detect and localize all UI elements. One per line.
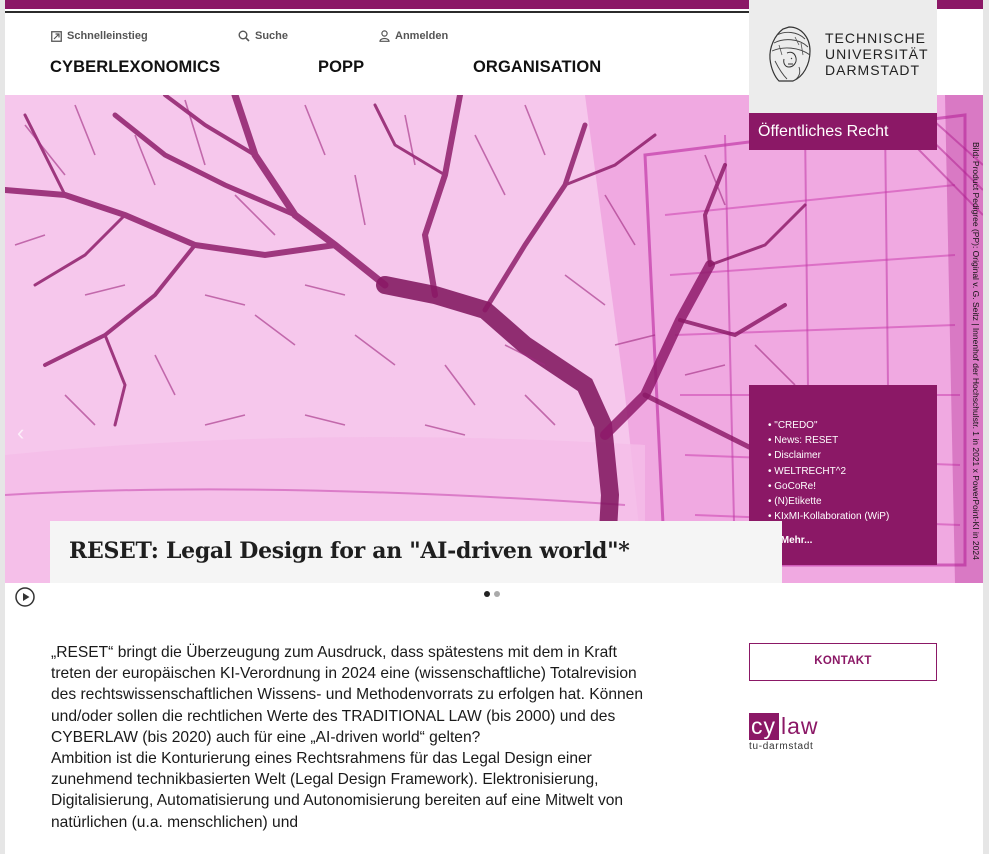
quicknav-label: Anmelden xyxy=(395,30,449,42)
header-rule xyxy=(5,11,750,13)
intro-paragraph-1: „RESET“ bringt die Überzeugung zum Ausdr… xyxy=(51,644,644,746)
quicklink-weltrecht[interactable]: WELTRECHT^2 xyxy=(768,464,937,479)
intro-text: „RESET“ bringt die Überzeugung zum Ausdr… xyxy=(51,642,651,833)
slide-dot-2[interactable] xyxy=(494,591,500,597)
user-icon xyxy=(379,30,390,42)
athene-seal-icon xyxy=(769,26,811,82)
contact-button[interactable]: KONTAKT xyxy=(749,643,937,681)
nav-cyberlexonomics[interactable]: CYBERLEXONOMICS xyxy=(50,58,220,77)
quicklinks-list: "CREDO" News: RESET Disclaimer WELTRECHT… xyxy=(768,418,937,524)
quicklink-netikette[interactable]: (N)Etikette xyxy=(768,494,937,509)
cylaw-cy: cy xyxy=(749,713,779,740)
hero-image-caption: Bild: Product Pedigree (PP): Original v.… xyxy=(969,142,983,582)
play-icon[interactable] xyxy=(15,587,35,607)
logo-line: DARMSTADT xyxy=(825,62,921,78)
logo-wordmark: TECHNISCHE UNIVERSITÄT DARMSTADT xyxy=(825,30,929,78)
page: Schnelleinstieg Suche Anmelden CYBERLEXO… xyxy=(5,0,983,854)
search-icon xyxy=(238,30,250,42)
cylaw-subtitle: tu-darmstadt xyxy=(749,741,814,752)
cylaw-logo[interactable]: cy law tu-darmstadt xyxy=(749,713,819,752)
quicklink-credo[interactable]: "CREDO" xyxy=(768,418,937,433)
cylaw-law: law xyxy=(781,713,819,739)
quicklink-kixmi[interactable]: KIxMI-Kollaboration (WiP) xyxy=(768,509,937,524)
slide-title: RESET: Legal Design for an "AI-driven wo… xyxy=(69,538,630,564)
quicknav-suche[interactable]: Suche xyxy=(238,29,288,43)
slide-title-box[interactable]: RESET: Legal Design for an "AI-driven wo… xyxy=(50,521,782,583)
slider-prev-arrow[interactable]: ‹ xyxy=(17,420,24,446)
intro-paragraph-2: Ambition ist die Konturierung eines Rech… xyxy=(51,750,624,831)
more-link-label: Mehr... xyxy=(780,535,813,546)
quicklink-disclaimer[interactable]: Disclaimer xyxy=(768,448,937,463)
logo-line: TECHNISCHE xyxy=(825,30,927,46)
caption-text: Bild: Product Pedigree (PP): Original v.… xyxy=(971,142,981,560)
quicklink-gocore[interactable]: GoCoRe! xyxy=(768,479,937,494)
quicklink-news-reset[interactable]: News: RESET xyxy=(768,433,937,448)
tu-logo[interactable]: TECHNISCHE UNIVERSITÄT DARMSTADT xyxy=(749,0,937,113)
nav-organisation[interactable]: ORGANISATION xyxy=(473,58,601,77)
logo-line: UNIVERSITÄT xyxy=(825,46,929,62)
slide-indicators xyxy=(484,591,500,597)
quicknav-anmelden[interactable]: Anmelden xyxy=(379,29,448,43)
department-label[interactable]: Öffentliches Recht xyxy=(749,113,937,150)
quicknav-label: Suche xyxy=(255,30,289,42)
quicknav-label: Schnelleinstieg xyxy=(67,30,148,42)
box-arrow-icon xyxy=(51,30,62,42)
slide-dot-1[interactable] xyxy=(484,591,490,597)
quicknav-schnelleinstieg[interactable]: Schnelleinstieg xyxy=(51,29,148,43)
nav-popp[interactable]: POPP xyxy=(318,58,364,77)
